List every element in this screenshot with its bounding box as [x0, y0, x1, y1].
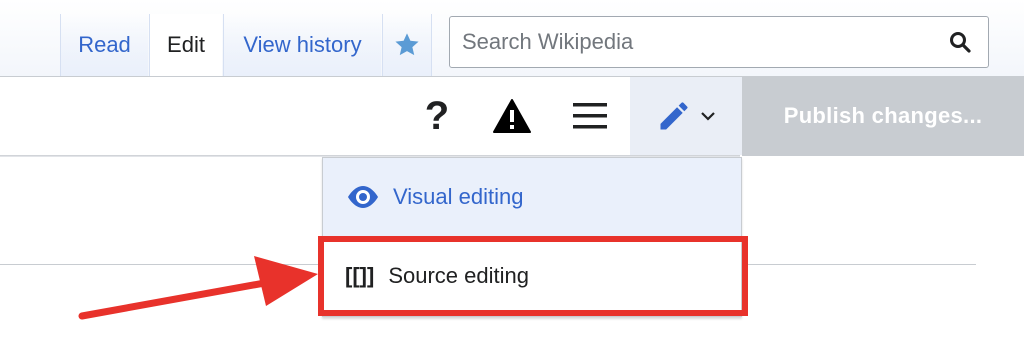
search-button[interactable] — [940, 22, 980, 62]
publish-changes-button[interactable]: Publish changes... — [742, 76, 1024, 156]
pencil-icon — [660, 102, 688, 130]
eye-icon — [345, 184, 381, 210]
search-box — [449, 16, 989, 68]
chevron-down-icon — [701, 112, 715, 121]
watch-star-button[interactable] — [382, 14, 432, 76]
wikipedia-editor-screen: Read Edit View history ? — [0, 0, 1024, 354]
page-notices-button[interactable] — [486, 77, 538, 155]
tab-edit-label: Edit — [167, 32, 205, 57]
help-icon: ? — [424, 93, 450, 138]
menu-item-visual-editing-label: Visual editing — [393, 184, 524, 209]
editor-switch-menu: Visual editing [[]] Source editing — [322, 157, 742, 317]
search-input[interactable] — [450, 21, 940, 63]
tab-view-history[interactable]: View history — [223, 14, 381, 76]
tab-read-label: Read — [78, 32, 131, 57]
tab-edit[interactable]: Edit — [149, 14, 222, 76]
tab-view-history-label: View history — [243, 32, 362, 57]
editor-switch-button[interactable] — [630, 77, 742, 155]
search-icon — [950, 32, 971, 53]
tab-read[interactable]: Read — [60, 14, 148, 76]
wikitext-brackets-icon: [[]] — [345, 263, 375, 288]
hamburger-icon — [573, 103, 607, 129]
star-icon — [395, 33, 419, 56]
menu-item-visual-editing[interactable]: Visual editing — [323, 158, 741, 236]
help-button[interactable]: ? — [412, 77, 462, 155]
menu-item-source-editing[interactable]: [[]] Source editing — [323, 237, 741, 315]
publish-changes-label: Publish changes... — [783, 103, 983, 128]
menu-item-source-editing-label: Source editing — [388, 263, 529, 288]
page-options-menu-button[interactable] — [562, 77, 618, 155]
warning-icon — [493, 99, 531, 133]
